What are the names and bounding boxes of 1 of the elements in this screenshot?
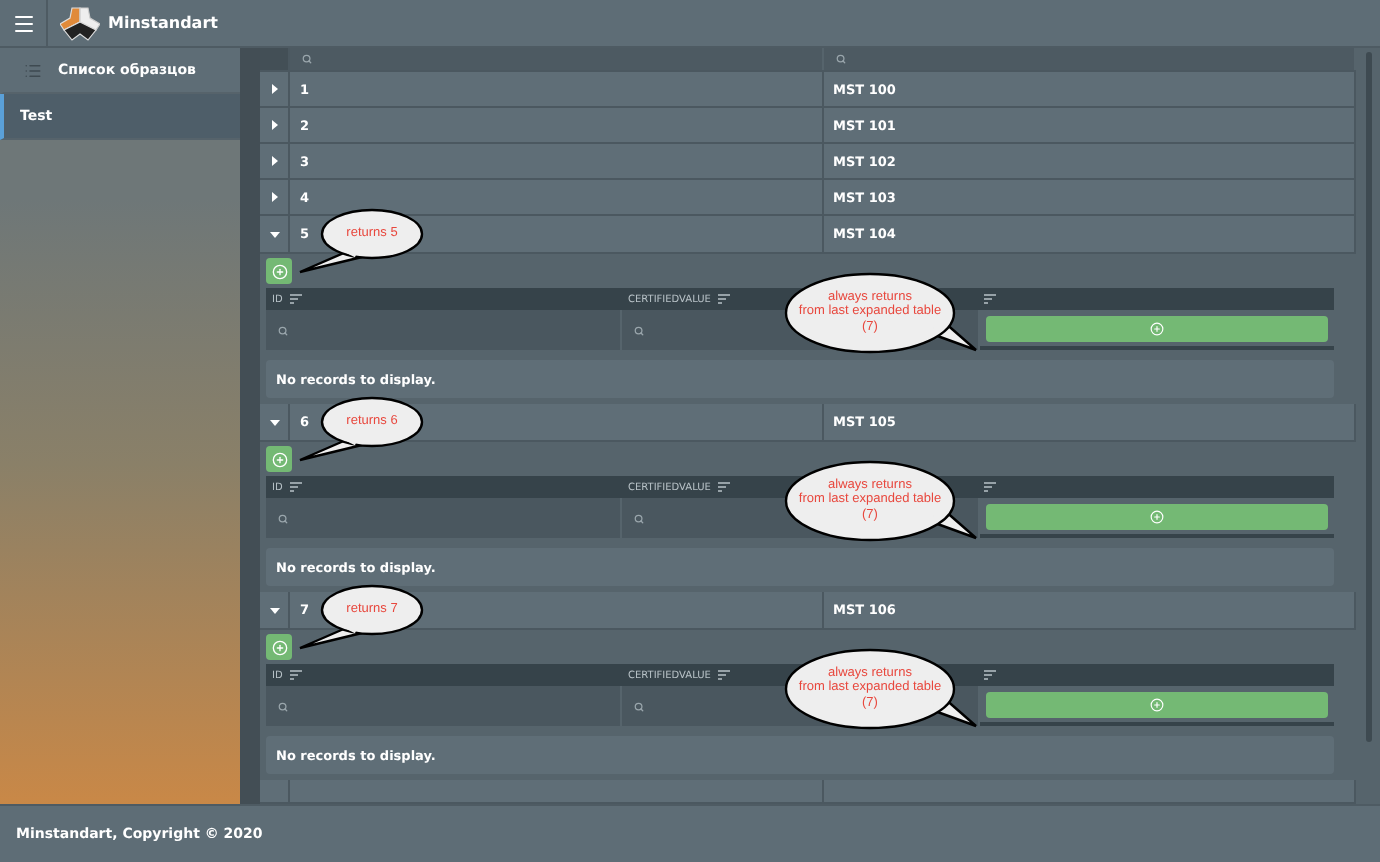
app-title: Minstandart — [108, 14, 218, 32]
